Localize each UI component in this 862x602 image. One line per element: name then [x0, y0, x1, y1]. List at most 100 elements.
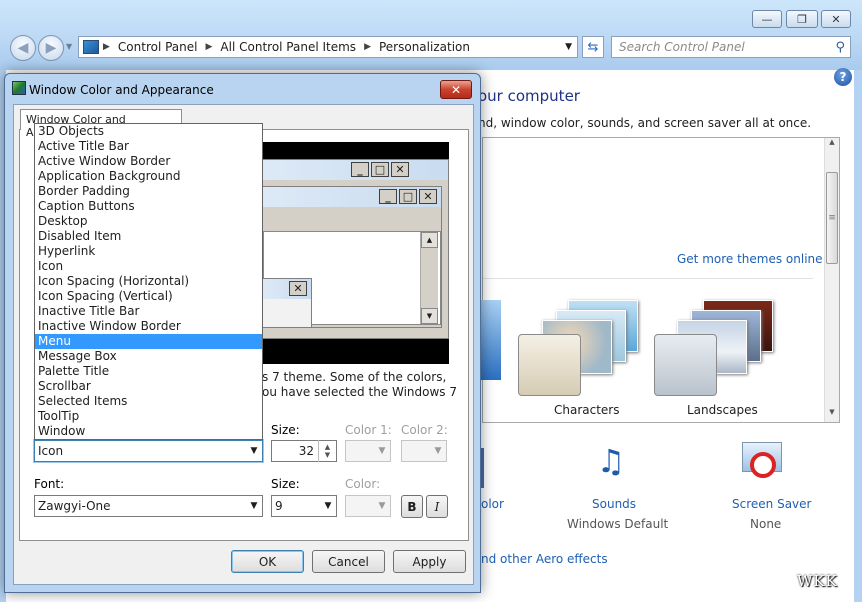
breadcrumb-personalization[interactable]: Personalization [379, 40, 470, 54]
dropdown-option[interactable]: Window [35, 424, 262, 439]
close-icon: ✕ [450, 82, 462, 97]
watermark: WKK [797, 572, 838, 590]
color2-picker[interactable]: ▼ [401, 440, 447, 462]
chevron-down-icon: ▼ [378, 501, 386, 511]
breadcrumb-arrow-icon[interactable]: ▶ [364, 42, 371, 52]
font-select-value: Zawgyi-One [38, 499, 111, 513]
item-dropdown-list[interactable]: 3D Objects Active Title Bar Active Window … [34, 123, 263, 440]
breadcrumb-control-panel[interactable]: Control Panel [118, 40, 198, 54]
refresh-icon: ⇆ [587, 39, 599, 55]
dropdown-option[interactable]: Scrollbar [35, 379, 262, 394]
restore-icon: ❐ [797, 12, 807, 26]
font-size-label: Size: [271, 477, 300, 491]
breadcrumb-arrow-icon[interactable]: ▶ [206, 42, 213, 52]
breadcrumb-arrow-icon[interactable]: ▶ [103, 42, 110, 52]
chevron-down-icon: ▼ [250, 446, 258, 456]
dropdown-option[interactable]: Hyperlink [35, 244, 262, 259]
dropdown-option[interactable]: Inactive Window Border [35, 319, 262, 334]
minimize-icon: _ [351, 162, 369, 177]
sounds-link[interactable]: Sounds [592, 497, 636, 511]
dropdown-option[interactable]: Icon [35, 259, 262, 274]
cancel-button[interactable]: Cancel [312, 550, 385, 573]
appearance-preview: _ □ ✕ _ □ ✕ ▲ ▼ ✕ [262, 142, 449, 364]
color1-picker[interactable]: ▼ [345, 440, 391, 462]
preview-message-box: ✕ [262, 278, 312, 328]
scroll-down-icon[interactable]: ▼ [826, 408, 838, 416]
close-window-button[interactable]: ✕ [821, 10, 851, 28]
window-frame-right [854, 70, 862, 602]
dropdown-option[interactable]: Message Box [35, 349, 262, 364]
dropdown-option[interactable]: Icon Spacing (Vertical) [35, 289, 262, 304]
description-line: s 7 theme. Some of the colors, [262, 370, 447, 384]
screen-saver-icon[interactable] [740, 440, 786, 484]
bold-button[interactable]: B [401, 495, 423, 518]
dropdown-option[interactable]: ToolTip [35, 409, 262, 424]
dropdown-option[interactable]: Active Window Border [35, 154, 262, 169]
close-icon: ✕ [419, 189, 437, 204]
theme-label: Landscapes [687, 403, 758, 417]
dialog-title: Window Color and Appearance [29, 83, 214, 97]
page-subheading: nd, window color, sounds, and screen sav… [478, 116, 812, 130]
italic-button[interactable]: I [426, 495, 448, 518]
dropdown-option[interactable]: 3D Objects [35, 124, 262, 139]
aero-effects-link[interactable]: nd other Aero effects [481, 552, 608, 566]
close-icon: ✕ [289, 281, 307, 296]
font-select[interactable]: Zawgyi-One ▼ [34, 495, 263, 517]
sounds-value: Windows Default [567, 517, 669, 531]
address-dropdown-icon[interactable]: ▼ [565, 42, 577, 52]
dropdown-option[interactable]: Menu [35, 334, 262, 349]
dropdown-option[interactable]: Desktop [35, 214, 262, 229]
stepper-arrows[interactable]: ▲ ▼ [318, 440, 336, 462]
dropdown-option[interactable]: Active Title Bar [35, 139, 262, 154]
search-input[interactable]: Search Control Panel ⚲ [611, 36, 851, 58]
description-line: ou have selected the Windows 7 [262, 385, 458, 399]
scroll-down-icon: ▼ [421, 308, 438, 324]
font-color-picker[interactable]: ▼ [345, 495, 391, 517]
apply-button[interactable]: Apply [393, 550, 466, 573]
refresh-button[interactable]: ⇆ [582, 36, 604, 58]
theme-characters[interactable] [518, 294, 644, 396]
dropdown-option[interactable]: Inactive Title Bar [35, 304, 262, 319]
get-more-themes-link[interactable]: Get more themes online [677, 252, 823, 266]
maximize-icon: □ [399, 189, 417, 204]
dropdown-option[interactable]: Selected Items [35, 394, 262, 409]
scroll-up-icon[interactable]: ▲ [826, 138, 838, 146]
item-select-value: Icon [38, 444, 64, 458]
dropdown-option[interactable]: Disabled Item [35, 229, 262, 244]
dropdown-option[interactable]: Palette Title [35, 364, 262, 379]
forward-button[interactable]: ▶ [38, 35, 64, 61]
scroll-up-icon: ▲ [421, 232, 438, 248]
minimize-button[interactable]: — [752, 10, 782, 28]
preview-title-bar: _ □ ✕ [263, 187, 441, 207]
maximize-button[interactable]: ❐ [786, 10, 818, 28]
stepper-up-icon[interactable]: ▲ [325, 443, 330, 451]
scroll-thumb[interactable]: ≡ [826, 172, 838, 264]
minimize-icon: — [761, 12, 773, 26]
back-button[interactable]: ◀ [10, 35, 36, 61]
item-size-stepper[interactable]: 32 ▲ ▼ [271, 440, 337, 462]
window-color-link[interactable]: olor [481, 497, 504, 511]
help-icon[interactable]: ? [834, 68, 852, 86]
chevron-down-icon: ▼ [324, 501, 332, 511]
dropdown-option[interactable]: Caption Buttons [35, 199, 262, 214]
stepper-down-icon[interactable]: ▼ [325, 451, 330, 459]
color2-label: Color 2: [401, 423, 448, 437]
breadcrumb-all-items[interactable]: All Control Panel Items [220, 40, 356, 54]
search-icon[interactable]: ⚲ [835, 40, 845, 55]
themes-scrollbar[interactable]: ▲ ≡ ▼ [824, 138, 839, 422]
dropdown-option[interactable]: Icon Spacing (Horizontal) [35, 274, 262, 289]
sounds-icon[interactable]: ♫ [586, 440, 636, 482]
item-select[interactable]: Icon ▼ [34, 440, 263, 462]
dropdown-option[interactable]: Border Padding [35, 184, 262, 199]
window-chrome [0, 0, 862, 70]
recent-pages-icon[interactable]: ▼ [66, 42, 72, 51]
address-bar[interactable]: ▶ Control Panel ▶ All Control Panel Item… [78, 36, 578, 58]
search-placeholder: Search Control Panel [619, 40, 745, 54]
theme-landscapes[interactable] [653, 294, 779, 396]
font-size-select[interactable]: 9 ▼ [271, 495, 337, 517]
ok-button[interactable]: OK [231, 550, 304, 573]
screen-saver-link[interactable]: Screen Saver [732, 497, 811, 511]
dropdown-option[interactable]: Application Background [35, 169, 262, 184]
dialog-close-button[interactable]: ✕ [440, 80, 472, 99]
forward-arrow-icon: ▶ [45, 40, 57, 56]
